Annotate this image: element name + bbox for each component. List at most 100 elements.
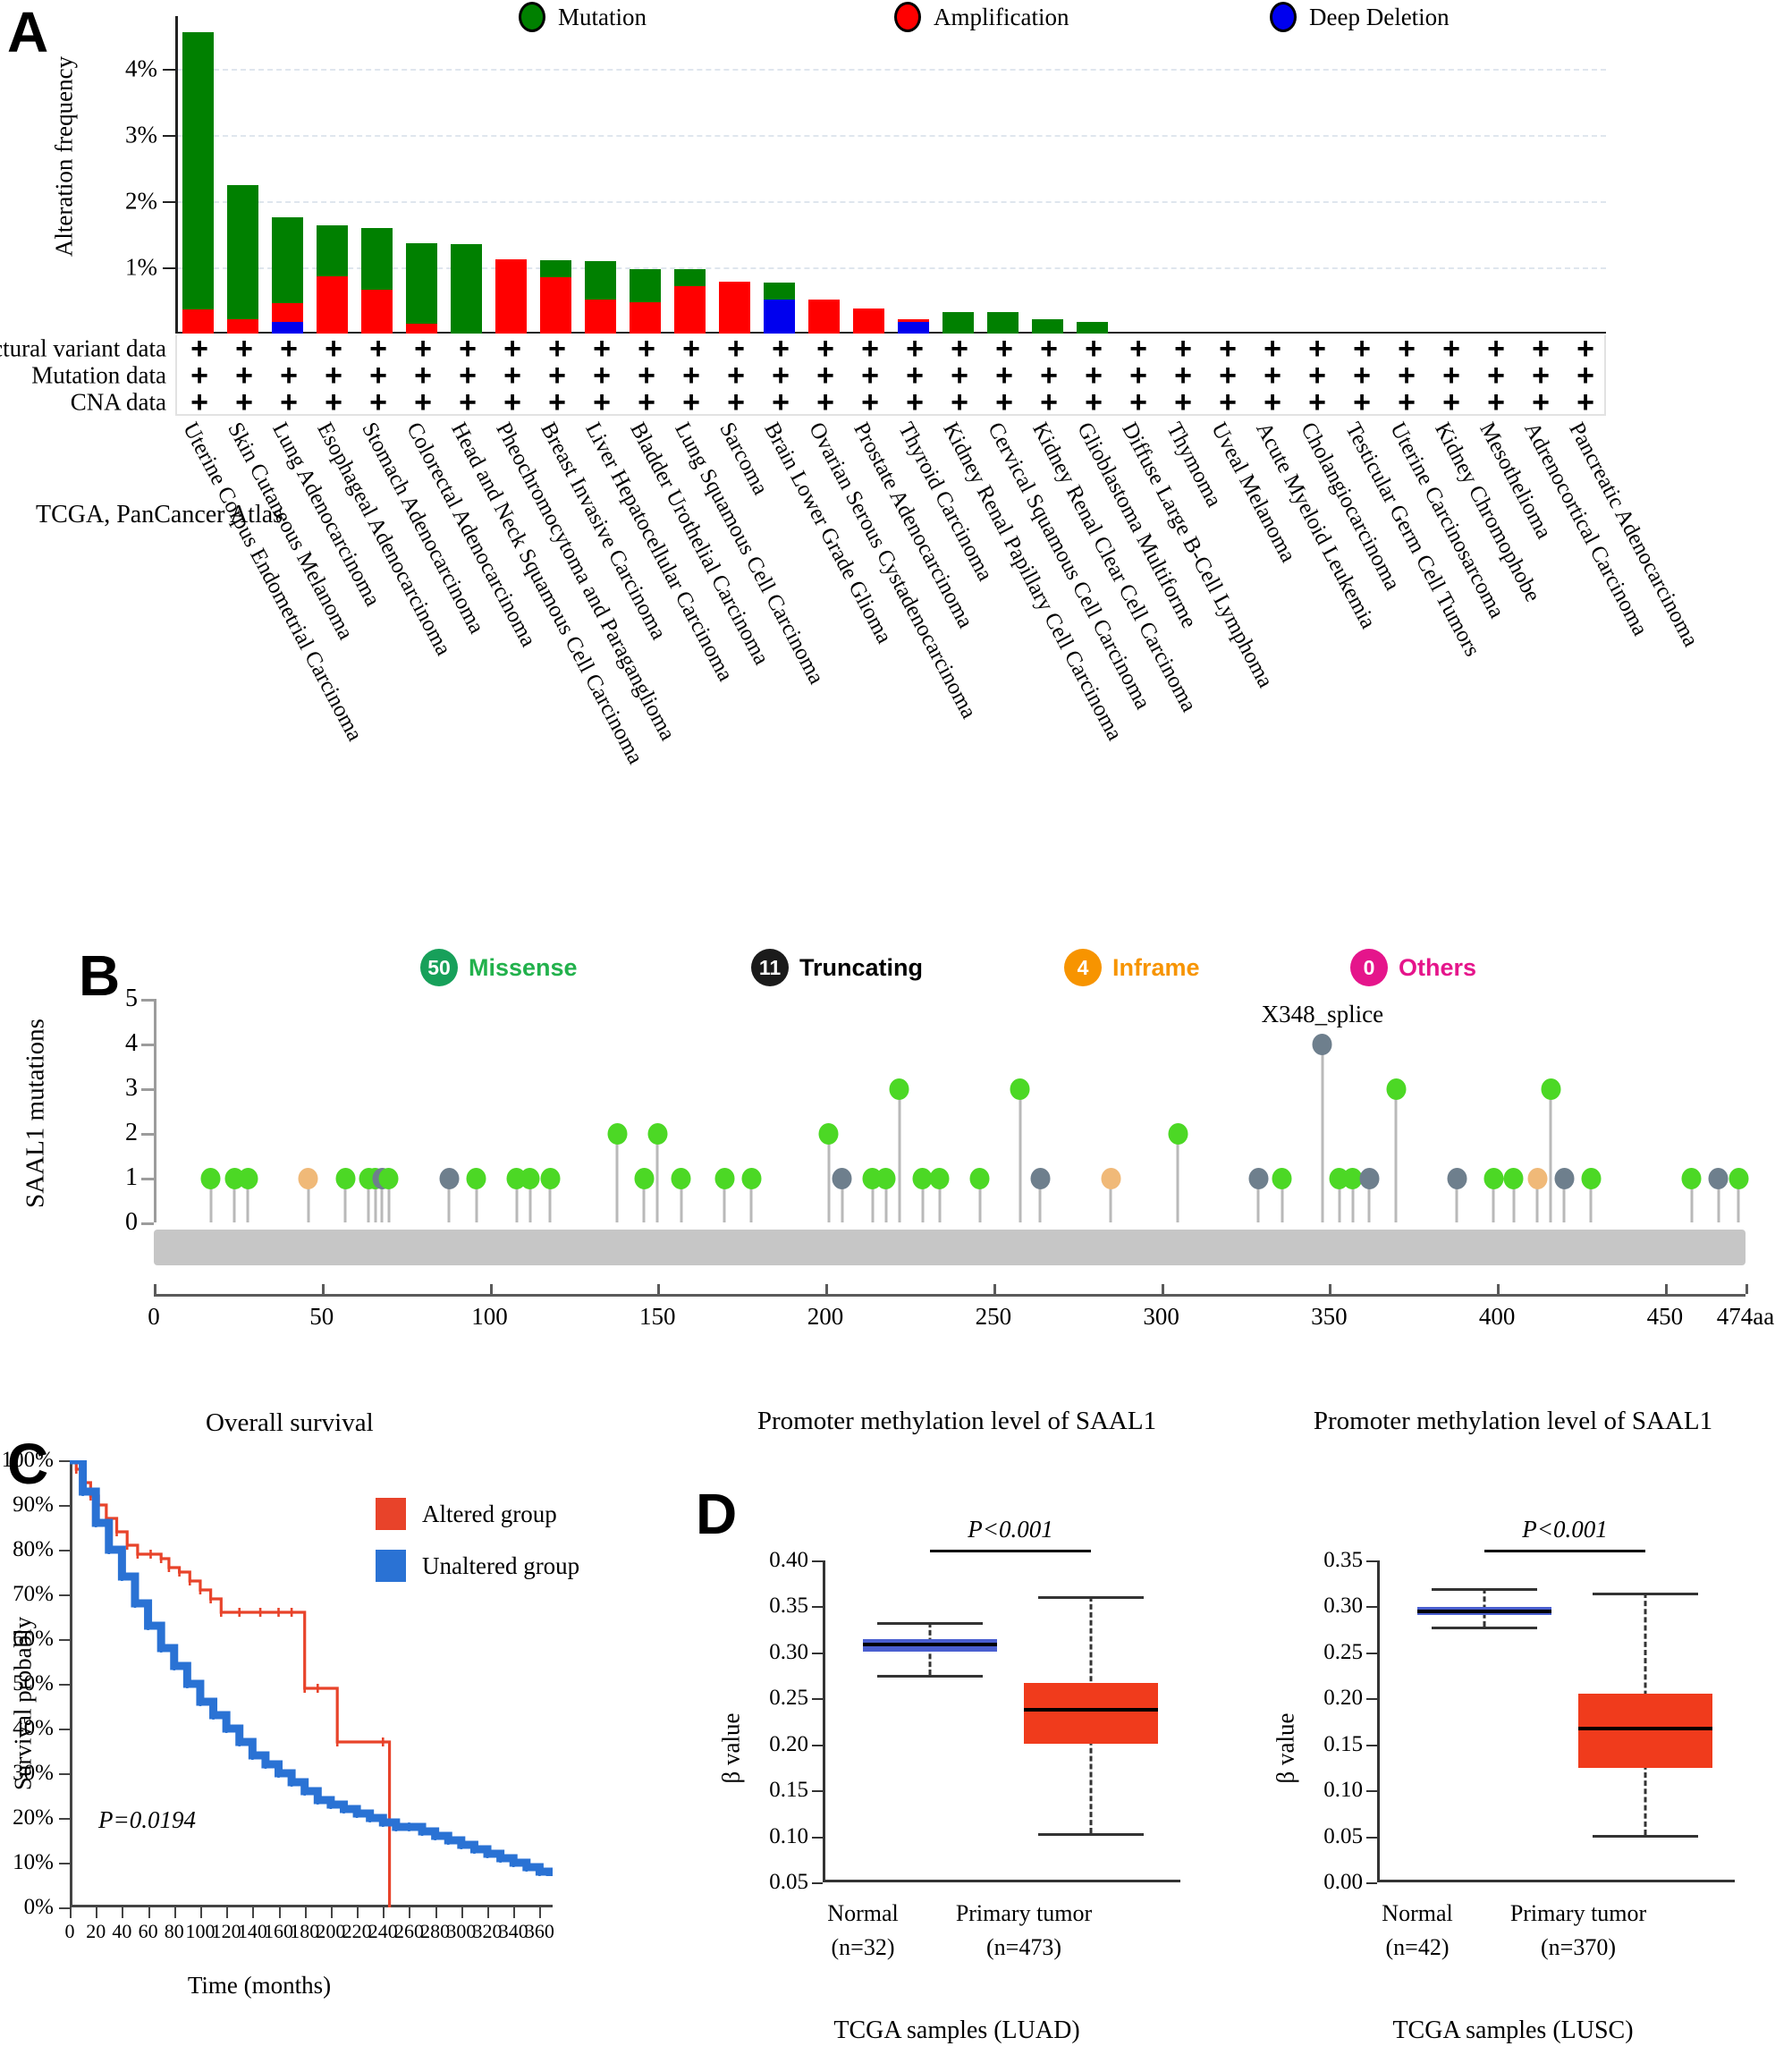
panel-b-lollipop-missense [969,1168,990,1222]
panel-c-y-tick-label: 70% [13,1582,54,1606]
panel-a-bar [405,242,437,334]
lollipop-head-icon [671,1168,691,1189]
panel-b-lollipop-missense [875,1168,896,1222]
panel-b-x-tick [1664,1284,1668,1294]
gridline [178,69,1606,72]
panel-a-bar [763,283,795,334]
lollipop-head-icon [1503,1168,1524,1189]
panel-c-legend-item-unaltered: Unaltered group [376,1550,579,1582]
panel-b-plot-area: 0 1 2 3 4 5 X348_splice [125,985,1749,1236]
panel-c-x-tick-label: 180 [290,1920,320,1942]
panel-d-group-count: (n=42) [1385,1933,1450,1960]
bar-segment-amplification [539,277,571,334]
panel-b-y-tick [141,1133,154,1136]
panel-c-x-tick [461,1907,463,1918]
panel-d-y-tick-label: 0.40 [769,1548,808,1572]
gridline [178,135,1606,138]
panel-b-lollipop-missense [862,1168,883,1222]
panel-a-y-axis [175,16,178,334]
panel-d-significance: P<0.001 [1377,1516,1735,1560]
panel-b-x-tick-label: 474aa [1716,1303,1775,1330]
panel-d-lusc-plot-area: 0.00 0.05 0.10 0.15 0.20 0.25 0.30 0.35 Normal (n… [1323,1516,1735,1960]
panel-b-lollipop-truncating [1708,1168,1729,1222]
bar-segment-mutation [360,227,393,291]
panel-d-y-tick [812,1836,823,1839]
lollipop-head-icon [540,1168,561,1189]
panel-d-median-line [1578,1727,1712,1731]
panel-a-y-tick-label: 1% [125,253,157,281]
panel-b-lollipop-missense [1342,1168,1363,1222]
panel-d-luad-y-axis [823,1560,825,1882]
panel-b-lollipop-missense [506,1168,527,1222]
panel-a-y-axis-title: Alteration frequency [50,55,78,258]
lollipop-head-icon [1527,1168,1548,1189]
panel-c-x-tick [173,1907,176,1918]
panel-d-group-name: Normal [827,1900,899,1926]
lollipop-head-icon [1708,1168,1729,1189]
panel-c-x-tick [96,1907,98,1918]
panel-b-legend-count-badge: 0 [1350,949,1388,986]
lollipop-head-icon [1483,1168,1504,1189]
panel-b-legend-item-truncating: 11 Truncating [751,949,923,986]
panel-a-alteration-frequency: A Mutation Amplification Deep Deletion Alt… [0,0,1792,939]
bar-segment-amplification [182,309,214,334]
panel-b-lollipop-missense [540,1168,561,1222]
panel-d-group-count: (n=473) [986,1933,1061,1960]
panel-b-lollipop-missense [200,1168,221,1222]
lollipop-head-icon [1168,1123,1188,1145]
panel-a-bar [942,311,974,334]
panel-b-x-tick [657,1284,661,1294]
panel-d-y-tick-label: 0.05 [1323,1823,1363,1848]
panel-b-x-tick [1497,1284,1500,1294]
bar-segment-amplification [271,302,303,322]
panel-b-y-tick [141,1044,154,1046]
panel-b-y-axis [154,999,156,1222]
panel-d-group-count: (n=370) [1541,1933,1616,1960]
panel-a-bar [316,224,348,334]
lollipop-head-icon [1101,1168,1121,1189]
panel-c-y-tick [59,1639,70,1641]
panel-b-x-tick-label: 300 [1143,1303,1179,1330]
panel-d-lusc-title: Promoter methylation level of SAAL1 [1313,1407,1713,1435]
bar-segment-mutation [182,31,214,309]
panel-d-y-tick-label: 0.20 [1323,1686,1363,1711]
panel-a-bar [450,244,482,334]
lollipop-head-icon [875,1168,896,1189]
lollipop-head-icon [647,1123,668,1145]
lollipop-head-icon [1581,1168,1602,1189]
panel-b-x-tick-label: 200 [807,1303,844,1330]
panel-d-y-tick [812,1606,823,1609]
panel-a-bar [673,269,706,334]
bar-segment-mutation [763,283,795,300]
panel-a-bar [986,312,1019,334]
panel-c-y-tick [59,1594,70,1596]
panel-b-lollipop-missense [335,1168,356,1222]
panel-c-x-tick [148,1907,150,1918]
panel-b-lollipop-missense [1168,1123,1188,1222]
panel-c-y-tick-label: 90% [13,1492,54,1517]
panel-c-x-tick-label: 0 [64,1920,75,1942]
panel-c-x-tick-label: 220 [342,1920,372,1942]
panel-c-y-tick [59,1460,70,1462]
panel-c-legend-label: Altered group [422,1500,557,1527]
gridline [178,201,1606,204]
lollipop-head-icon [1010,1078,1030,1100]
lollipop-head-icon [1386,1078,1407,1100]
lollipop-head-icon [1312,1034,1332,1055]
panel-b-y-tick-label: 4 [125,1029,138,1057]
y-tick [163,201,175,204]
panel-a-y-tick-label: 4% [125,55,157,82]
panel-d-group-label: Primary tumor (n=473) [956,1897,1092,1964]
lollipop-head-icon [714,1168,735,1189]
bar-segment-mutation [271,216,303,303]
panel-b-lollipop-missense [466,1168,486,1222]
panel-b-lollipop-missense [238,1168,258,1222]
y-tick [163,135,175,138]
panel-c-title: Overall survival [206,1408,374,1437]
panel-b-lollipop-truncating [1554,1168,1575,1222]
panel-c-y-tick [59,1550,70,1551]
panel-b-legend-count-badge: 11 [751,949,789,986]
panel-d-luad-plot-area: 0.05 0.10 0.15 0.20 0.25 0.30 0.35 0.40 Normal (n… [769,1516,1180,1960]
panel-b-lollipop-missense [889,1078,909,1222]
panel-b-x-tick [1746,1284,1748,1294]
